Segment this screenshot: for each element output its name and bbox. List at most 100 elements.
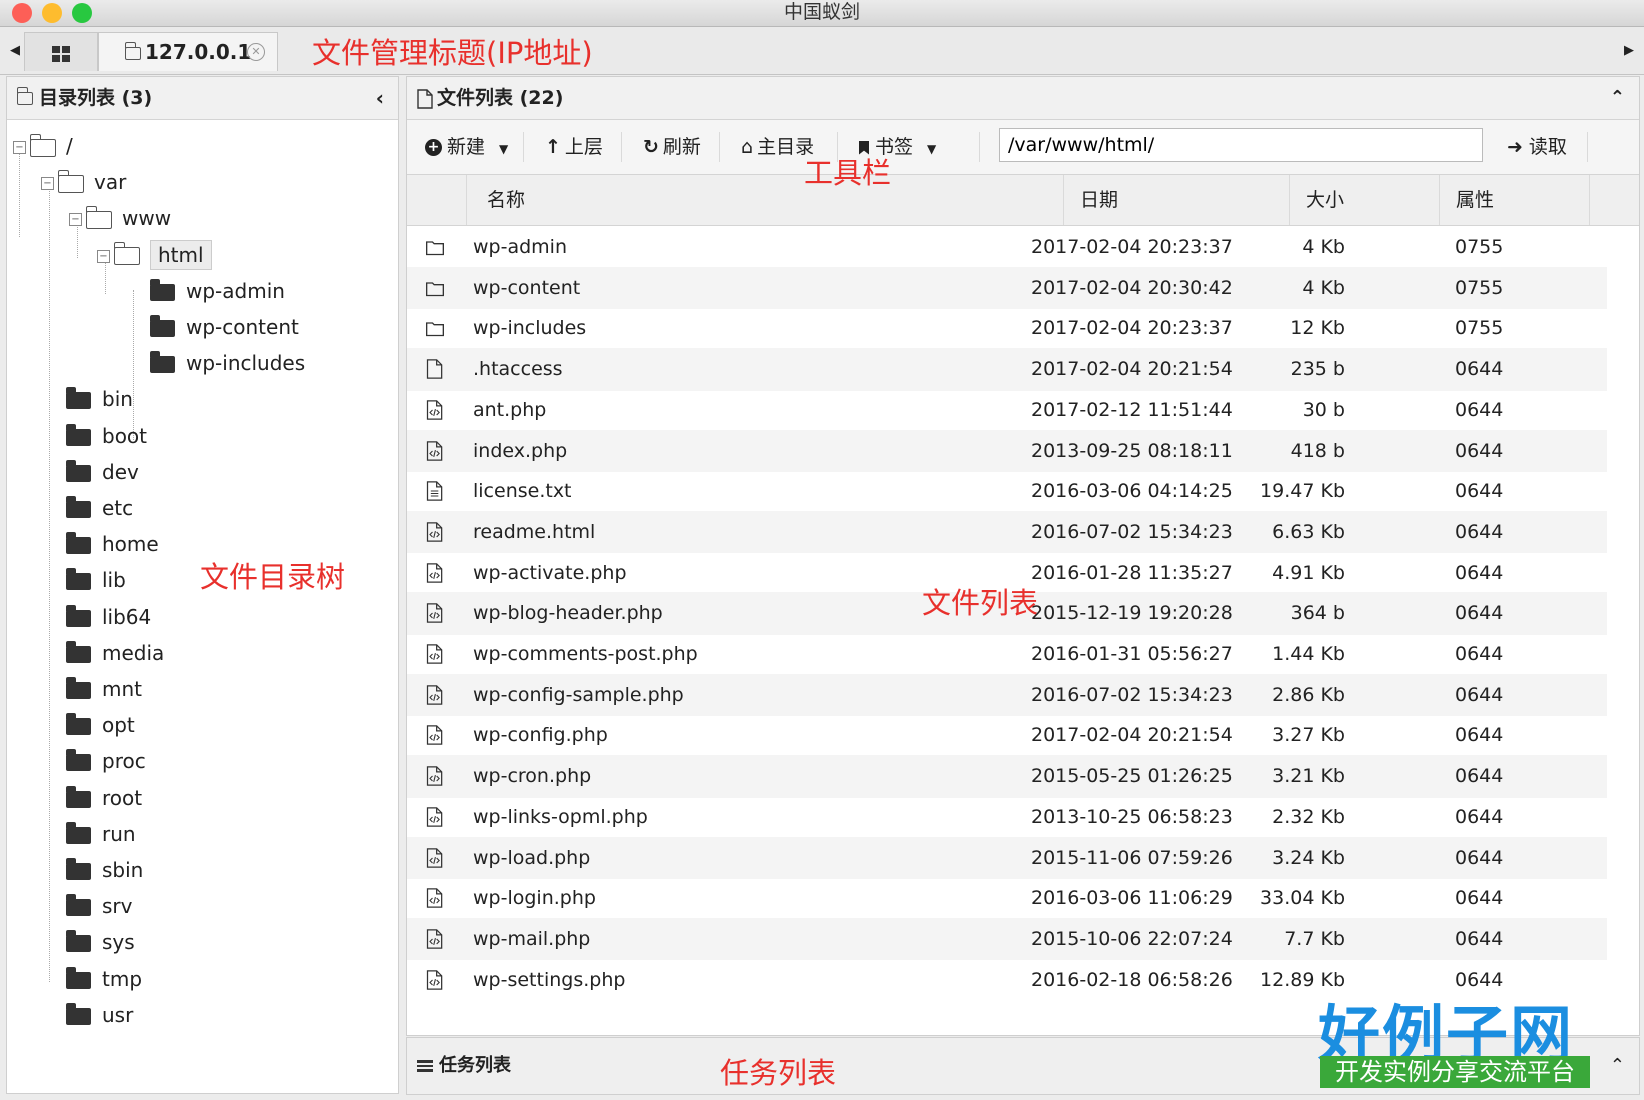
path-input[interactable] <box>999 128 1483 162</box>
column-name[interactable]: 名称 <box>467 175 1064 225</box>
tree-item[interactable]: wp-includes <box>125 345 305 381</box>
chevron-up-icon[interactable]: ⌃ <box>1610 1038 1625 1094</box>
file-panel-header: 文件列表 (22) ⌃ <box>407 77 1639 120</box>
close-window-button[interactable] <box>12 3 32 23</box>
chevron-up-icon[interactable]: ⌃ <box>1610 77 1625 119</box>
collapse-toggle-icon[interactable]: − <box>97 249 110 263</box>
file-name: wp-load.php <box>473 846 591 869</box>
file-row[interactable]: wp-content 2017-02-04 20:30:42 4 Kb 0755 <box>407 266 1607 310</box>
file-attr: 0644 <box>1455 683 1504 706</box>
file-size: 4 Kb <box>1302 276 1345 299</box>
file-date: 2017-02-04 20:21:54 <box>1031 724 1233 747</box>
tree-item[interactable]: − / <box>13 128 73 164</box>
new-button[interactable]: + 新建 ▼ <box>425 120 508 174</box>
tab-ip[interactable]: 127.0.0.1 ✕ <box>98 32 278 71</box>
refresh-button[interactable]: ↻ 刷新 <box>643 120 701 174</box>
file-row[interactable]: ant.php 2017-02-12 11:51:44 30 b 0644 <box>407 389 1607 432</box>
tree-item[interactable]: run <box>41 816 136 852</box>
parent-dir-button[interactable]: ↑ 上层 <box>545 120 603 174</box>
caret-down-icon: ▼ <box>499 142 509 156</box>
home-icon: ⌂ <box>741 136 754 158</box>
tab-scroll-right-button[interactable]: ▶ <box>1618 27 1640 74</box>
file-row[interactable]: wp-mail.php 2015-10-06 22:07:24 7.7 Kb 0644 <box>407 917 1607 961</box>
folder-icon <box>66 966 91 989</box>
tree-item[interactable]: etc <box>41 490 133 526</box>
column-size[interactable]: 大小 <box>1290 175 1440 225</box>
file-name: wp-content <box>473 276 581 299</box>
file-date: 2015-10-06 22:07:24 <box>1031 927 1233 950</box>
tree-item[interactable]: lib <box>41 562 126 598</box>
column-date[interactable]: 日期 <box>1064 175 1290 225</box>
directory-tree: − / − var − www − html wp-admin wp-content wp-incl… <box>7 120 398 1090</box>
file-date: 2017-02-04 20:21:54 <box>1031 358 1233 381</box>
file-row[interactable]: wp-login.php 2016-03-06 11:06:29 33.04 Kb 0… <box>407 877 1607 920</box>
tree-item[interactable]: mnt <box>41 671 142 707</box>
tree-item[interactable]: sbin <box>41 852 143 888</box>
zoom-window-button[interactable] <box>72 3 92 23</box>
arrow-up-icon: ↑ <box>545 136 561 158</box>
collapse-toggle-icon[interactable]: − <box>13 141 26 154</box>
collapse-panel-icon[interactable]: ‹ <box>376 77 384 119</box>
file-date: 2016-02-18 06:58:26 <box>1031 968 1233 991</box>
tree-item-label: sys <box>102 930 135 955</box>
tab-scroll-left-button[interactable]: ◀ <box>4 27 26 74</box>
tree-item-label: lib64 <box>102 604 152 629</box>
file-row[interactable]: wp-includes 2017-02-04 20:23:37 12 Kb 0755 <box>407 307 1607 350</box>
file-date: 2015-11-06 07:59:26 <box>1031 846 1233 869</box>
tree-item[interactable]: − www <box>69 200 171 236</box>
tree-item[interactable]: wp-content <box>125 309 299 345</box>
file-row[interactable]: readme.html 2016-07-02 15:34:23 6.63 Kb 064… <box>407 510 1607 554</box>
window-title: 中国蚁剑 <box>783 1 860 23</box>
column-attr[interactable]: 属性 <box>1440 175 1590 225</box>
tree-item[interactable]: sys <box>41 924 135 960</box>
file-row[interactable]: wp-config-sample.php 2016-07-02 15:34:23 2… <box>407 673 1607 717</box>
file-row[interactable]: wp-config.php 2017-02-04 20:21:54 3.27 Kb 0… <box>407 714 1607 757</box>
folder-icon <box>66 749 91 772</box>
file-row[interactable]: wp-admin 2017-02-04 20:23:37 4 Kb 0755 <box>407 226 1607 269</box>
folder-open-icon <box>113 242 140 266</box>
tree-item-label: www <box>122 206 172 231</box>
tree-item[interactable]: opt <box>41 707 135 743</box>
refresh-label: 刷新 <box>662 136 701 158</box>
tree-item-label: / <box>66 134 73 158</box>
tree-item[interactable]: home <box>41 526 159 562</box>
tree-item[interactable]: − var <box>41 164 126 200</box>
tree-item[interactable]: srv <box>41 888 132 924</box>
tab-close-icon[interactable]: ✕ <box>247 43 265 61</box>
tree-item[interactable]: wp-admin <box>125 273 285 309</box>
file-row[interactable]: wp-links-opml.php 2013-10-25 06:58:23 2.32… <box>407 796 1607 839</box>
tree-item[interactable]: boot <box>41 418 147 454</box>
code-file-icon <box>426 766 443 786</box>
tree-item[interactable]: proc <box>41 743 146 779</box>
collapse-toggle-icon[interactable]: − <box>69 213 82 227</box>
tree-item[interactable]: tmp <box>41 961 142 997</box>
tree-item[interactable]: usr <box>41 997 133 1033</box>
tree-item[interactable]: bin <box>41 381 133 417</box>
file-row[interactable]: wp-cron.php 2015-05-25 01:26:25 3.21 Kb 064… <box>407 755 1607 798</box>
file-attr: 0644 <box>1455 887 1504 910</box>
annotation-task-list: 任务列表 <box>720 1056 837 1090</box>
tree-item[interactable]: media <box>41 635 164 671</box>
tree-item-label: html <box>150 239 212 270</box>
tree-item-label: var <box>94 170 127 195</box>
folder-icon <box>66 713 91 736</box>
tree-item[interactable]: lib64 <box>41 599 151 635</box>
minimize-window-button[interactable] <box>42 3 62 23</box>
file-attr: 0644 <box>1455 439 1504 462</box>
file-row[interactable]: .htaccess 2017-02-04 20:21:54 235 b 0644 <box>407 348 1607 391</box>
tree-item[interactable]: dev <box>41 454 139 490</box>
file-row[interactable]: license.txt 2016-03-06 04:14:25 19.47 Kb 06… <box>407 470 1607 513</box>
file-name: ant.php <box>473 398 547 421</box>
collapse-toggle-icon[interactable]: − <box>41 177 54 191</box>
tree-item[interactable]: root <box>41 780 142 816</box>
annotation-tree: 文件目录树 <box>200 560 346 594</box>
tab-home[interactable] <box>24 32 98 71</box>
tree-item-label: proc <box>102 749 146 774</box>
tree-item[interactable]: − html <box>97 237 212 273</box>
read-button[interactable]: ➜ 读取 <box>1507 120 1567 174</box>
folder-icon <box>66 894 91 917</box>
file-name: wp-settings.php <box>473 968 626 991</box>
file-row[interactable]: wp-comments-post.php 2016-01-31 05:56:27 1… <box>407 633 1607 676</box>
file-row[interactable]: index.php 2013-09-25 08:18:11 418 b 0644 <box>407 429 1607 473</box>
file-row[interactable]: wp-load.php 2015-11-06 07:59:26 3.24 Kb 064… <box>407 836 1607 880</box>
